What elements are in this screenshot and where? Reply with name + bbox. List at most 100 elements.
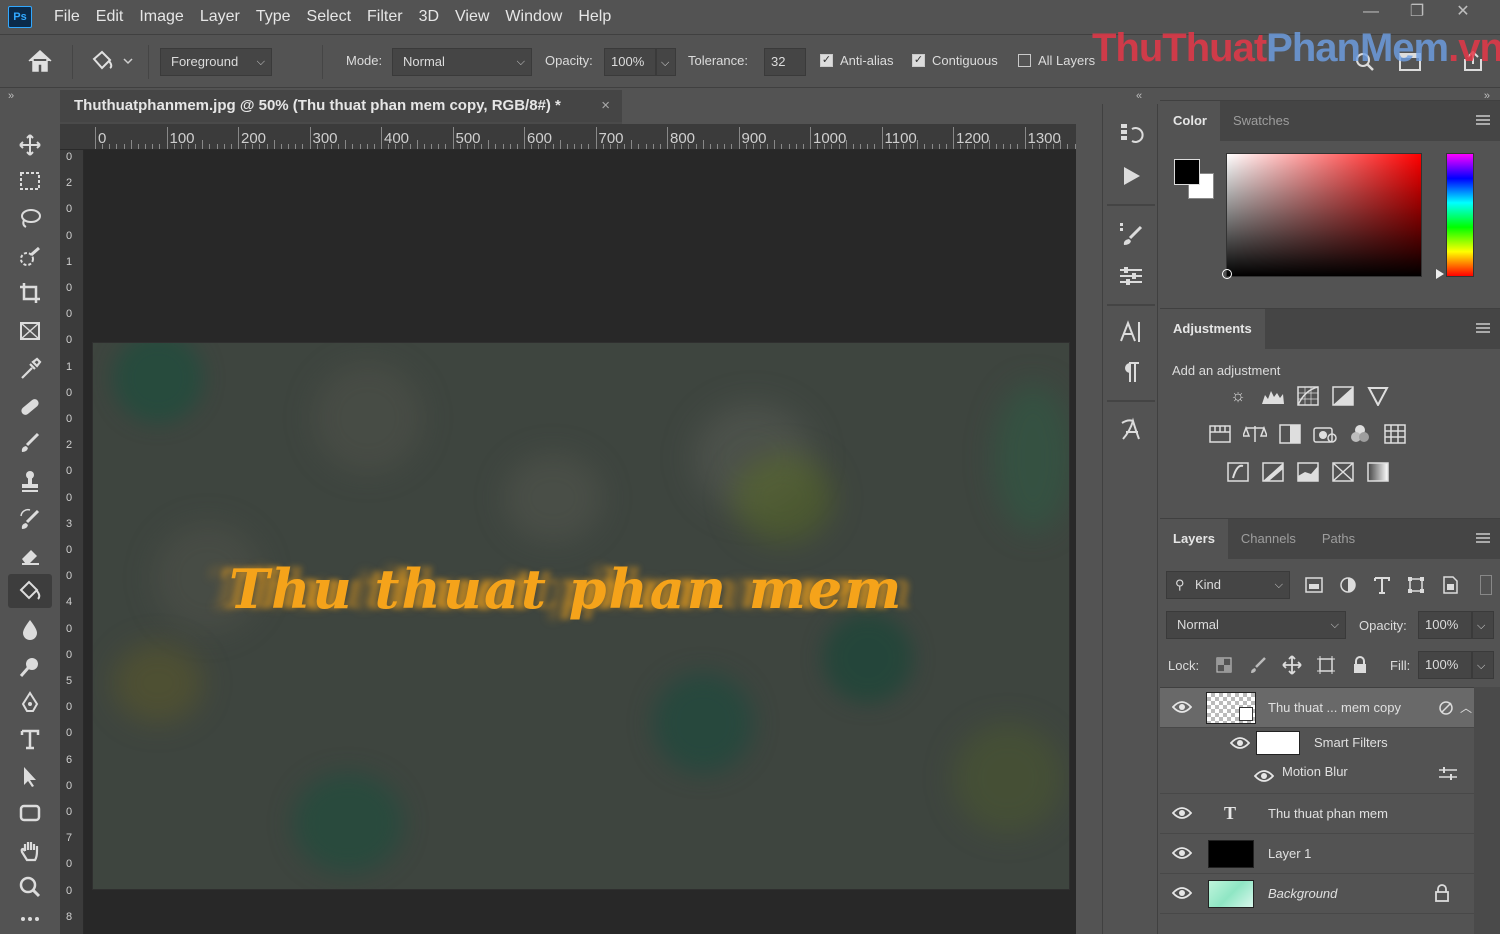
vibrance-icon[interactable]: [1366, 385, 1390, 407]
tab-color[interactable]: Color: [1160, 101, 1220, 141]
mode-select[interactable]: Normal ⌵: [392, 48, 532, 76]
type-tool-icon[interactable]: [8, 722, 52, 756]
threshold-icon[interactable]: [1296, 461, 1320, 483]
filter-row[interactable]: Motion Blur: [1160, 758, 1474, 794]
exposure-icon[interactable]: [1331, 385, 1355, 407]
lasso-tool-icon[interactable]: [8, 202, 52, 236]
close-tab-icon[interactable]: ×: [601, 90, 610, 122]
document-tab[interactable]: Thuthuatphanmem.jpg @ 50% (Thu thuat pha…: [60, 90, 622, 124]
hue-saturation-icon[interactable]: [1208, 423, 1232, 445]
lock-artboard-icon[interactable]: [1316, 655, 1336, 675]
hue-slider[interactable]: [1446, 153, 1474, 277]
opacity-dropdown[interactable]: ⌵: [656, 48, 676, 76]
selective-color-icon[interactable]: [1331, 461, 1355, 483]
quick-selection-tool-icon[interactable]: [8, 240, 52, 274]
crop-tool-icon[interactable]: [8, 276, 52, 310]
layer-row[interactable]: Layer 1: [1160, 834, 1474, 874]
lock-all-icon[interactable]: [1350, 655, 1370, 675]
layer-row[interactable]: Background: [1160, 874, 1474, 914]
curves-icon[interactable]: [1296, 385, 1320, 407]
channel-mixer-icon[interactable]: [1348, 423, 1372, 445]
actions-play-icon[interactable]: [1115, 160, 1147, 192]
dock-collapse-icon[interactable]: «: [1136, 90, 1142, 102]
filter-toggle[interactable]: [1480, 575, 1492, 595]
menu-layer[interactable]: Layer: [192, 0, 248, 34]
opacity-input[interactable]: 100%: [604, 48, 656, 76]
hand-tool-icon[interactable]: [8, 834, 52, 868]
frame-tool-icon[interactable]: [8, 314, 52, 348]
pen-tool-icon[interactable]: [8, 686, 52, 720]
layer-row[interactable]: T Thu thuat phan mem: [1160, 794, 1474, 834]
contiguous-checkbox[interactable]: ✓: [912, 54, 925, 67]
layer-opacity-input[interactable]: 100%: [1418, 611, 1472, 639]
home-icon[interactable]: [26, 49, 54, 73]
lock-pixels-icon[interactable]: [1248, 655, 1268, 675]
invert-icon[interactable]: [1226, 461, 1250, 483]
layer-filter-select[interactable]: ⚲ Kind ⌵: [1166, 571, 1290, 599]
panel-menu-icon[interactable]: [1476, 115, 1490, 125]
eyedropper-tool-icon[interactable]: [8, 352, 52, 386]
posterize-icon[interactable]: [1261, 461, 1285, 483]
blend-mode-select[interactable]: Normal ⌵: [1166, 611, 1346, 639]
paint-bucket-preset-icon[interactable]: [88, 49, 136, 73]
panel-menu-icon[interactable]: [1476, 533, 1490, 543]
menu-filter[interactable]: Filter: [359, 0, 411, 34]
panel-menu-icon[interactable]: [1476, 323, 1490, 333]
character-panel-icon[interactable]: [1115, 316, 1147, 348]
rectangle-tool-icon[interactable]: [8, 796, 52, 830]
filter-adjustment-icon[interactable]: [1338, 575, 1358, 595]
color-lookup-icon[interactable]: [1383, 423, 1407, 445]
layer-row[interactable]: Thu thuat ... mem copy ︿: [1160, 688, 1474, 728]
fill-input[interactable]: 100%: [1418, 651, 1472, 679]
visibility-eye-icon[interactable]: [1172, 700, 1192, 714]
zoom-tool-icon[interactable]: [8, 870, 52, 904]
path-selection-tool-icon[interactable]: [8, 760, 52, 794]
gradient-map-icon[interactable]: [1366, 461, 1390, 483]
layer-name[interactable]: Thu thuat phan mem: [1268, 806, 1388, 821]
canvas-area[interactable]: Thu thuat phan mem: [84, 150, 1076, 934]
visibility-eye-icon[interactable]: [1254, 769, 1274, 783]
tolerance-input[interactable]: 32: [764, 48, 806, 76]
fill-source-select[interactable]: Foreground ⌵: [160, 48, 272, 76]
tab-layers[interactable]: Layers: [1160, 519, 1228, 559]
filter-type-icon[interactable]: [1372, 575, 1392, 595]
hue-slider-handle[interactable]: [1436, 269, 1444, 279]
filter-smart-object-icon[interactable]: [1440, 575, 1460, 595]
layer-name[interactable]: Thu thuat ... mem copy: [1268, 700, 1401, 715]
eraser-tool-icon[interactable]: [8, 538, 52, 572]
photo-filter-icon[interactable]: [1313, 423, 1337, 445]
restore-button[interactable]: ❐: [1394, 0, 1440, 24]
paragraph-panel-icon[interactable]: [1115, 356, 1147, 388]
menu-3d[interactable]: 3D: [411, 0, 447, 34]
healing-brush-tool-icon[interactable]: [8, 390, 52, 424]
tab-channels[interactable]: Channels: [1228, 519, 1309, 559]
filter-blending-options-icon[interactable]: [1438, 766, 1458, 782]
layer-name[interactable]: Layer 1: [1268, 846, 1311, 861]
layer-opacity-dropdown[interactable]: ⌵: [1472, 611, 1494, 639]
tab-paths[interactable]: Paths: [1309, 519, 1368, 559]
smart-filter-options-icon[interactable]: [1438, 699, 1456, 717]
paint-bucket-tool-icon[interactable]: [8, 574, 52, 608]
levels-icon[interactable]: [1261, 385, 1285, 407]
filter-shape-icon[interactable]: [1406, 575, 1426, 595]
tab-swatches[interactable]: Swatches: [1220, 101, 1302, 141]
chevron-up-icon[interactable]: ︿: [1460, 699, 1472, 716]
layer-name[interactable]: Background: [1268, 886, 1337, 901]
menu-edit[interactable]: Edit: [88, 0, 132, 34]
anti-alias-checkbox[interactable]: ✓: [820, 54, 833, 67]
lock-position-icon[interactable]: [1282, 655, 1302, 675]
visibility-eye-icon[interactable]: [1230, 736, 1250, 750]
color-field[interactable]: [1226, 153, 1422, 277]
menu-file[interactable]: File: [46, 0, 88, 34]
color-picker-handle[interactable]: [1222, 269, 1232, 279]
marquee-tool-icon[interactable]: [8, 164, 52, 198]
menu-help[interactable]: Help: [570, 0, 619, 34]
brush-tool-icon[interactable]: [8, 426, 52, 460]
all-layers-checkbox[interactable]: [1018, 54, 1031, 67]
menu-view[interactable]: View: [447, 0, 497, 34]
visibility-eye-icon[interactable]: [1172, 846, 1192, 860]
menu-type[interactable]: Type: [248, 0, 299, 34]
close-button[interactable]: ✕: [1440, 0, 1486, 24]
black-white-icon[interactable]: [1278, 423, 1302, 445]
fill-dropdown[interactable]: ⌵: [1472, 651, 1494, 679]
